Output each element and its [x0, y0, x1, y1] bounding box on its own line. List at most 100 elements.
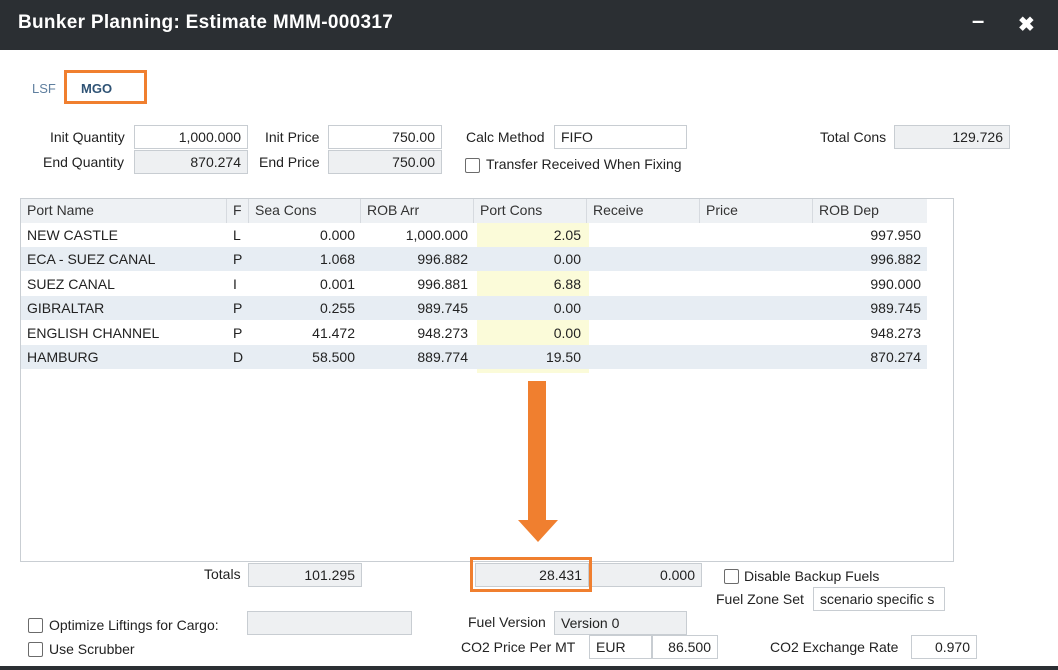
tab-lsf[interactable]: LSF: [32, 81, 56, 96]
col-rob-arr[interactable]: ROB Arr: [361, 199, 474, 223]
cell-f[interactable]: L: [227, 223, 249, 247]
cell-port-cons[interactable]: 2.05: [474, 223, 587, 247]
cell-rob-dep[interactable]: 990.000: [813, 272, 927, 296]
table-row[interactable]: ENGLISH CHANNEL P 41.472 948.273 0.00 948.273: [21, 321, 927, 345]
table-row[interactable]: ECA - SUEZ CANAL P 1.068 996.882 0.00 996.882: [21, 247, 927, 272]
cell-sea-cons[interactable]: 58.500: [249, 345, 361, 369]
cell-rob-dep[interactable]: 948.273: [813, 321, 927, 345]
window-title: Bunker Planning: Estimate MMM-000317: [18, 12, 394, 33]
optimize-liftings-field[interactable]: [247, 611, 412, 635]
fuel-version-field: Version 0: [554, 611, 687, 635]
cell-rob-dep[interactable]: 996.882: [813, 247, 927, 271]
calc-method-field[interactable]: FIFO: [554, 125, 687, 149]
arrow-down-icon: [518, 520, 558, 542]
cell-rob-arr[interactable]: 889.774: [361, 345, 474, 369]
cell-receive[interactable]: [587, 321, 700, 345]
transfer-received-checkbox[interactable]: [465, 158, 480, 173]
cell-f[interactable]: P: [227, 321, 249, 345]
cell-f[interactable]: P: [227, 296, 249, 320]
fuel-zone-set-field[interactable]: scenario specific s: [813, 587, 945, 611]
table-row[interactable]: GIBRALTAR P 0.255 989.745 0.00 989.745: [21, 296, 927, 321]
table-row[interactable]: SUEZ CANAL I 0.001 996.881 6.88 990.000: [21, 272, 927, 296]
co2-price-field[interactable]: 86.500: [652, 635, 718, 659]
title-bar: Bunker Planning: Estimate MMM-000317 – ✖: [0, 0, 1058, 50]
cell-port-cons[interactable]: 19.50: [474, 345, 587, 369]
cell-f[interactable]: P: [227, 247, 249, 271]
cell-receive[interactable]: [587, 296, 700, 320]
totals-label: Totals: [204, 566, 241, 582]
end-price-label: End Price: [259, 154, 320, 170]
cell-receive[interactable]: [587, 272, 700, 296]
cell-price[interactable]: [700, 272, 813, 296]
bottom-edge: [0, 666, 1058, 670]
cell-port-cons[interactable]: 0.00: [474, 296, 587, 320]
cell-port-name[interactable]: SUEZ CANAL: [21, 272, 227, 296]
cell-sea-cons[interactable]: 41.472: [249, 321, 361, 345]
col-f[interactable]: F: [227, 199, 249, 223]
cell-receive[interactable]: [587, 247, 700, 271]
total-cons-field: 129.726: [894, 125, 1010, 149]
cell-f[interactable]: I: [227, 272, 249, 296]
col-price[interactable]: Price: [700, 199, 813, 223]
co2-exchange-rate-field[interactable]: 0.970: [911, 635, 977, 659]
co2-currency-field[interactable]: EUR: [589, 635, 652, 659]
end-quantity-field: 870.274: [134, 150, 248, 174]
cell-receive[interactable]: [587, 223, 700, 247]
init-price-label: Init Price: [265, 129, 320, 145]
use-scrubber-label: Use Scrubber: [49, 641, 135, 657]
col-port-cons[interactable]: Port Cons: [474, 199, 587, 223]
cell-price[interactable]: [700, 296, 813, 320]
cell-rob-dep[interactable]: 989.745: [813, 296, 927, 320]
cell-sea-cons[interactable]: 0.255: [249, 296, 361, 320]
col-rob-dep[interactable]: ROB Dep: [813, 199, 927, 223]
col-receive[interactable]: Receive: [587, 199, 700, 223]
use-scrubber-checkbox[interactable]: [28, 642, 43, 657]
cell-port-name[interactable]: GIBRALTAR: [21, 296, 227, 320]
disable-backup-fuels-checkbox[interactable]: [724, 569, 739, 584]
cell-price[interactable]: [700, 345, 813, 369]
port-cons-total-highlight: [470, 557, 592, 592]
table-row[interactable]: HAMBURG D 58.500 889.774 19.50 870.274: [21, 345, 927, 369]
init-quantity-field[interactable]: 1,000.000: [134, 125, 248, 149]
transfer-received-label: Transfer Received When Fixing: [486, 156, 682, 172]
tab-mgo[interactable]: MGO: [64, 70, 147, 104]
cell-f[interactable]: D: [227, 345, 249, 369]
total-cons-label: Total Cons: [820, 129, 887, 145]
table-row[interactable]: NEW CASTLE L 0.000 1,000.000 2.05 997.950: [21, 223, 927, 247]
col-port-name[interactable]: Port Name: [21, 199, 227, 223]
cell-price[interactable]: [700, 247, 813, 271]
cell-sea-cons[interactable]: 0.000: [249, 223, 361, 247]
cell-rob-dep[interactable]: 870.274: [813, 345, 927, 369]
init-quantity-label: Init Quantity: [50, 129, 125, 145]
optimize-liftings-checkbox[interactable]: [28, 618, 43, 633]
init-price-field[interactable]: 750.00: [328, 125, 442, 149]
cell-sea-cons[interactable]: 0.001: [249, 272, 361, 296]
cell-port-name[interactable]: ECA - SUEZ CANAL: [21, 247, 227, 271]
close-icon[interactable]: ✖: [1018, 12, 1035, 37]
disable-backup-fuels-label: Disable Backup Fuels: [744, 568, 880, 584]
cell-rob-dep[interactable]: 997.950: [813, 223, 927, 247]
cell-receive[interactable]: [587, 345, 700, 369]
cell-rob-arr[interactable]: 1,000.000: [361, 223, 474, 247]
cell-port-cons[interactable]: 0.00: [474, 321, 587, 345]
co2-price-label: CO2 Price Per MT: [461, 639, 576, 655]
cell-price[interactable]: [700, 223, 813, 247]
cell-rob-arr[interactable]: 996.881: [361, 272, 474, 296]
minimize-icon[interactable]: –: [972, 8, 984, 34]
col-sea-cons[interactable]: Sea Cons: [249, 199, 361, 223]
cell-price[interactable]: [700, 321, 813, 345]
cell-port-name[interactable]: ENGLISH CHANNEL: [21, 321, 227, 345]
cell-port-cons[interactable]: 6.88: [474, 272, 587, 296]
cell-port-cons[interactable]: 0.00: [474, 247, 587, 271]
cell-rob-arr[interactable]: 996.882: [361, 247, 474, 271]
fuel-zone-set-label: Fuel Zone Set: [716, 591, 804, 607]
cell-rob-arr[interactable]: 948.273: [361, 321, 474, 345]
cell-port-name[interactable]: NEW CASTLE: [21, 223, 227, 247]
optimize-liftings-label: Optimize Liftings for Cargo:: [49, 617, 219, 633]
end-quantity-label: End Quantity: [43, 154, 124, 170]
co2-exchange-rate-label: CO2 Exchange Rate: [770, 639, 899, 655]
cell-port-name[interactable]: HAMBURG: [21, 345, 227, 369]
arrow-shaft: [528, 381, 546, 523]
cell-rob-arr[interactable]: 989.745: [361, 296, 474, 320]
cell-sea-cons[interactable]: 1.068: [249, 247, 361, 271]
